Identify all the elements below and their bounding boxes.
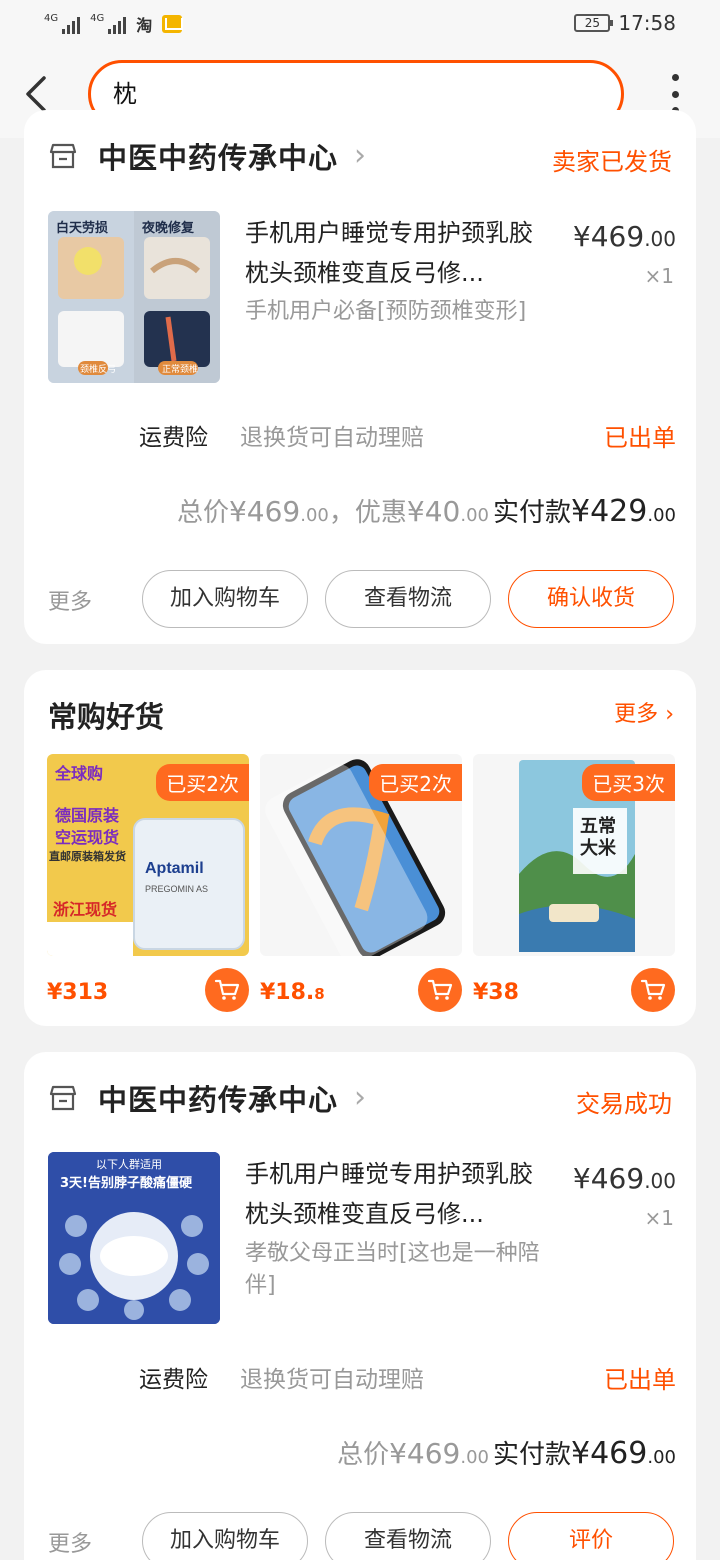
product-image[interactable]: 以下人群适用 3天!告别脖子酸痛僵硬 <box>48 1152 220 1324</box>
add-to-cart-icon[interactable] <box>418 968 462 1012</box>
recommended-item[interactable]: 五常大米 已买3次 ¥38 <box>473 754 675 1012</box>
product-image[interactable]: 白天劳损 夜晚修复 颈椎反弓 正常颈椎 <box>48 211 220 383</box>
confirm-receipt-button[interactable]: 确认收货 <box>508 570 674 628</box>
chevron-right-icon: › <box>354 138 367 173</box>
recommended-item-price: ¥38 <box>473 980 519 1005</box>
recommended-item-image[interactable]: 已买2次 <box>260 754 462 956</box>
more-actions-link[interactable]: 更多 <box>48 1526 92 1558</box>
clock: 17:58 <box>618 11 676 35</box>
product-subtitle: 孝敬父母正当时[这也是一种陪伴] <box>245 1241 540 1298</box>
image-caption: 白天劳损 <box>56 221 109 236</box>
recommended-item[interactable]: 全球购 德国原装 空运现货 直邮原装箱发货 Aptamil PREGOMIN A… <box>47 754 249 1012</box>
image-caption: 浙江现货 <box>53 900 118 919</box>
chevron-right-icon: › <box>354 1080 367 1115</box>
bought-count-badge: 已买3次 <box>582 764 675 801</box>
image-caption: 德国原装 <box>55 806 120 825</box>
product-title[interactable]: 手机用户睡觉专用护颈乳胶枕头颈椎变直反弓修... <box>245 213 545 293</box>
insurance-label: 运费险 <box>139 1367 208 1393</box>
image-caption: Aptamil <box>145 860 204 877</box>
bought-count-badge: 已买2次 <box>156 764 249 801</box>
status-left: 4G 4G 淘 <box>44 12 184 36</box>
view-logistics-button[interactable]: 查看物流 <box>325 570 491 628</box>
recommended-item-image[interactable]: 五常大米 已买3次 <box>473 754 675 956</box>
mail-icon <box>162 15 184 33</box>
add-to-cart-button[interactable]: 加入购物车 <box>142 570 308 628</box>
product-price: ¥469.00 <box>572 1162 676 1195</box>
bought-count-badge: 已买2次 <box>369 764 462 801</box>
store-icon <box>48 1084 78 1112</box>
image-caption: 夜晚修复 <box>142 221 195 236</box>
order-status: 卖家已发货 <box>552 148 672 176</box>
order-status: 交易成功 <box>576 1090 672 1118</box>
image-caption: 空运现货 <box>55 828 120 847</box>
signal-icon: 4G <box>90 14 127 34</box>
more-actions-link[interactable]: 更多 <box>48 584 92 616</box>
signal-icon: 4G <box>44 14 81 34</box>
image-caption: 以下人群适用 <box>96 1158 162 1171</box>
insurance-state: 已出单 <box>604 424 676 452</box>
shop-header[interactable]: 中医中药传承中心 › <box>48 1078 366 1118</box>
order-totals: 总价 ¥469.00 实付款 ¥469.00 <box>337 1436 676 1471</box>
image-caption: 全球购 <box>55 764 104 783</box>
status-bar: 4G 4G 淘 25 17:58 <box>0 0 720 50</box>
add-to-cart-icon[interactable] <box>205 968 249 1012</box>
image-caption: 正常颈椎 <box>162 365 199 375</box>
add-to-cart-button[interactable]: 加入购物车 <box>142 1512 308 1560</box>
order-totals: 总价 ¥469.00 ，优惠 ¥40.00 实付款 ¥429.00 <box>176 494 676 529</box>
status-right: 25 17:58 <box>574 11 676 35</box>
image-caption: 五常大米 <box>580 816 616 859</box>
recommended-item-price: ¥313 <box>47 980 109 1005</box>
shop-name[interactable]: 中医中药传承中心 <box>98 135 338 177</box>
view-logistics-button[interactable]: 查看物流 <box>325 1512 491 1560</box>
product-price: ¥469.00 <box>572 220 676 253</box>
image-caption: 直邮原装箱发货 <box>49 850 126 863</box>
chevron-right-icon: › <box>665 702 674 727</box>
insurance-description: 退换货可自动理赔 <box>240 425 424 451</box>
image-caption: PREGOMIN AS <box>145 884 209 894</box>
section-title: 常购好货 <box>48 700 165 734</box>
battery-icon: 25 <box>574 14 614 32</box>
recommended-item-image[interactable]: 全球购 德国原装 空运现货 直邮原装箱发货 Aptamil PREGOMIN A… <box>47 754 249 956</box>
frequently-bought-card: 常购好货 更多 › 全球购 德国原装 空运现货 直邮原装箱发货 Aptamil … <box>24 670 696 1026</box>
pillow-illustration <box>48 211 220 383</box>
product-subtitle: 手机用户必备[预防颈椎变形] <box>245 299 527 324</box>
recommended-item[interactable]: 已买2次 ¥18.8 <box>260 754 462 1012</box>
taobao-notification-icon: 淘 <box>136 16 153 35</box>
insurance-description: 退换货可自动理赔 <box>240 1367 424 1393</box>
back-icon[interactable] <box>22 74 58 114</box>
product-quantity: ×1 <box>644 264 674 288</box>
insurance-label: 运费险 <box>139 425 208 451</box>
shop-name[interactable]: 中医中药传承中心 <box>98 1077 338 1119</box>
review-button[interactable]: 评价 <box>508 1512 674 1560</box>
more-options-icon[interactable] <box>670 74 680 114</box>
image-caption: 颈椎反弓 <box>80 365 117 375</box>
order-card: 中医中药传承中心 › 卖家已发货 白天劳损 夜晚修复 颈椎反弓 正常颈椎 手机用… <box>24 110 696 644</box>
image-caption: 3天!告别脖子酸痛僵硬 <box>60 1176 192 1191</box>
insurance-state: 已出单 <box>604 1366 676 1394</box>
product-quantity: ×1 <box>644 1206 674 1230</box>
shop-header[interactable]: 中医中药传承中心 › <box>48 136 366 176</box>
store-icon <box>48 142 78 170</box>
section-more-link[interactable]: 更多 › <box>614 696 674 728</box>
product-title[interactable]: 手机用户睡觉专用护颈乳胶枕头颈椎变直反弓修... <box>245 1154 545 1234</box>
add-to-cart-icon[interactable] <box>631 968 675 1012</box>
order-card: 中医中药传承中心 › 交易成功 以下人群适用 3天!告别脖子酸痛僵硬 手机用户睡… <box>24 1052 696 1560</box>
recommended-item-price: ¥18.8 <box>260 980 325 1005</box>
